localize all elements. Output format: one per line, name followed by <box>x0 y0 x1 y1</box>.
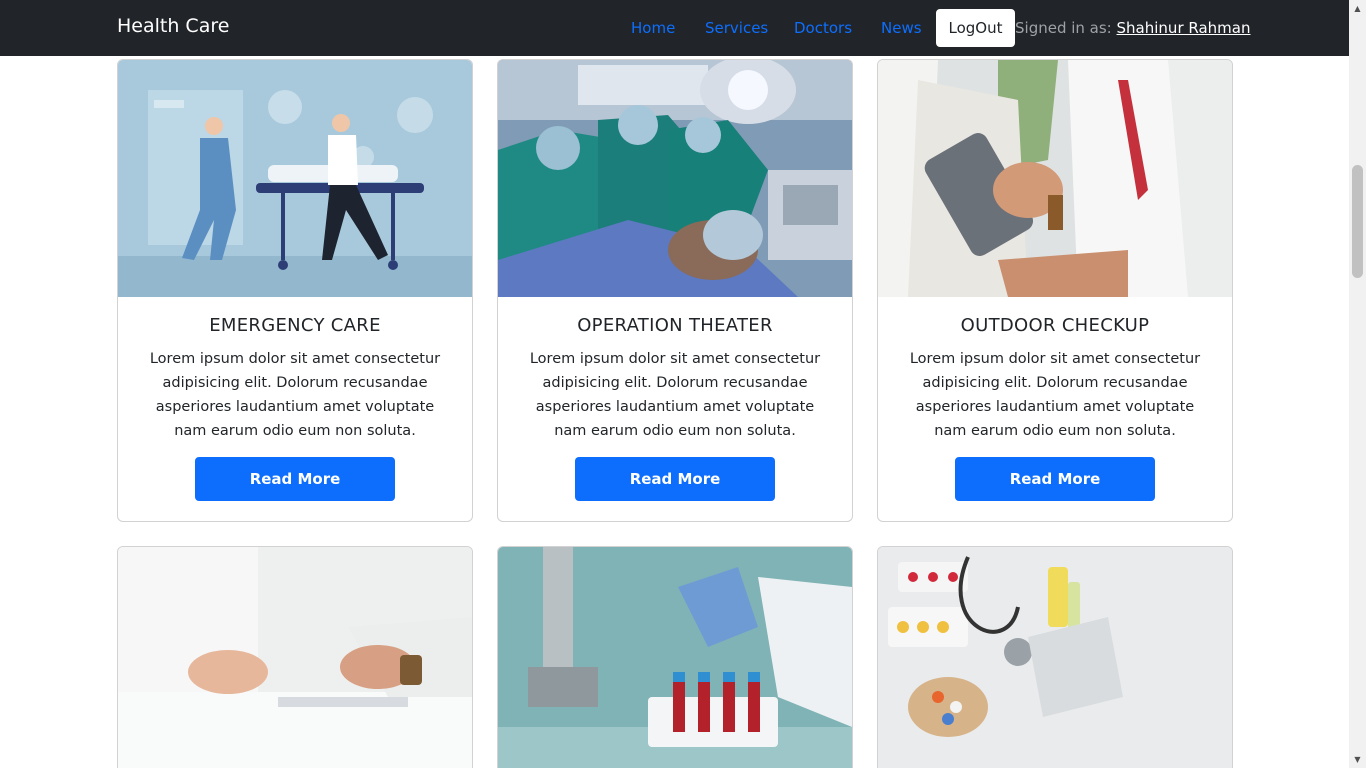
emergency-care-image <box>118 60 472 297</box>
signed-in-label: Signed in as: <box>1015 19 1112 37</box>
laboratory-image <box>498 547 852 768</box>
service-card-laboratory <box>497 546 853 768</box>
nav-link-home[interactable]: Home <box>631 19 675 37</box>
user-name-link[interactable]: Shahinur Rahman <box>1117 19 1251 37</box>
navbar: Health Care Home Services Doctors News L… <box>0 0 1349 56</box>
operation-theater-image <box>498 60 852 297</box>
service-card-operation: OPERATION THEATER Lorem ipsum dolor sit … <box>497 59 853 522</box>
logout-button[interactable]: LogOut <box>936 9 1015 47</box>
page-scrollbar[interactable] <box>1349 0 1366 768</box>
service-card-emergency: EMERGENCY CARE Lorem ipsum dolor sit ame… <box>117 59 473 522</box>
service-card-outdoor: OUTDOOR CHECKUP Lorem ipsum dolor sit am… <box>877 59 1233 522</box>
pharmacy-image <box>878 547 1232 768</box>
read-more-button[interactable]: Read More <box>955 457 1155 501</box>
consultation-image <box>118 547 472 768</box>
brand-title[interactable]: Health Care <box>117 15 229 37</box>
card-description: Lorem ipsum dolor sit amet consectetur a… <box>909 351 1201 439</box>
read-more-button[interactable]: Read More <box>195 457 395 501</box>
outdoor-checkup-image <box>878 60 1232 297</box>
scroll-up-arrow-icon[interactable]: ▲ <box>1349 0 1366 17</box>
signed-in-status: Signed in as: Shahinur Rahman <box>1015 19 1250 37</box>
service-card-consultation <box>117 546 473 768</box>
read-more-button[interactable]: Read More <box>575 457 775 501</box>
service-card-pharmacy <box>877 546 1233 768</box>
card-title: EMERGENCY CARE <box>209 315 381 336</box>
card-title: OUTDOOR CHECKUP <box>960 315 1150 336</box>
scrollbar-thumb[interactable] <box>1352 165 1363 278</box>
scroll-down-arrow-icon[interactable]: ▼ <box>1349 751 1366 768</box>
nav-link-news[interactable]: News <box>881 19 922 37</box>
card-description: Lorem ipsum dolor sit amet consectetur a… <box>529 351 821 439</box>
card-description: Lorem ipsum dolor sit amet consectetur a… <box>149 351 441 439</box>
nav-link-doctors[interactable]: Doctors <box>794 19 852 37</box>
card-title: OPERATION THEATER <box>577 315 773 336</box>
nav-link-services[interactable]: Services <box>705 19 768 37</box>
